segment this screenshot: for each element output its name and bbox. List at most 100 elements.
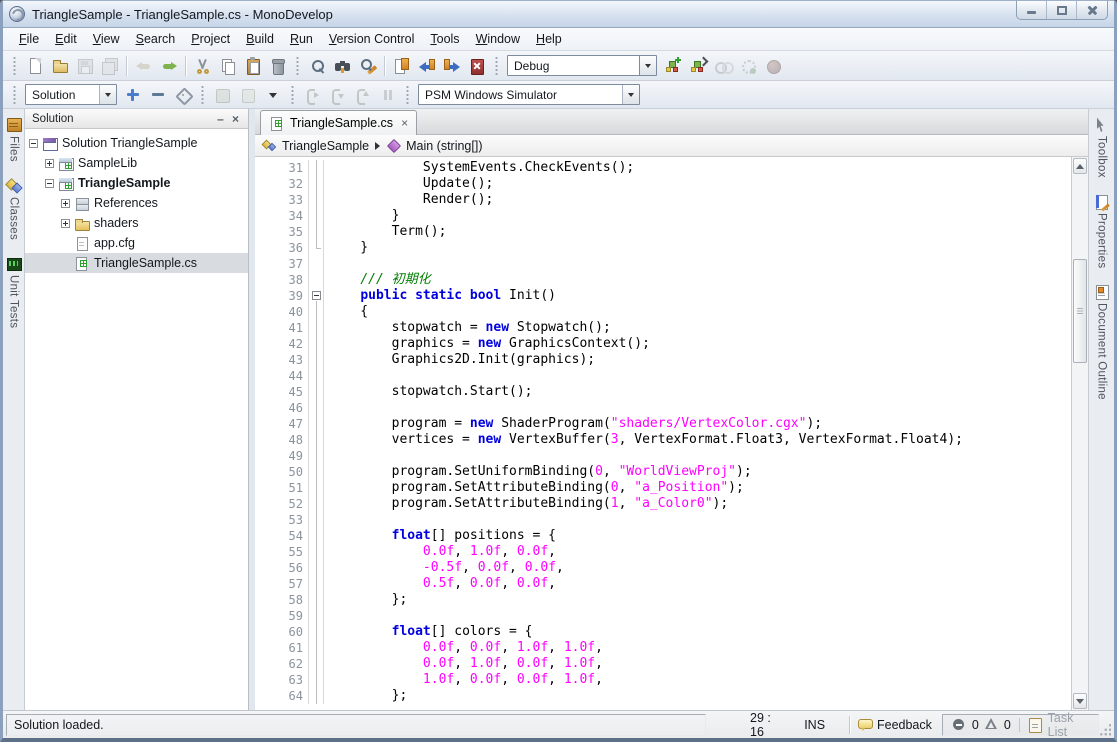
code-editor[interactable]: 31 SystemEvents.CheckEvents();32 Update(… <box>255 157 1088 710</box>
pad-selector-combo[interactable]: Solution <box>25 84 117 105</box>
expander-plus-icon[interactable] <box>61 219 70 228</box>
code-line-48: 48 vertices = new VertexBuffer(3, Vertex… <box>255 432 1071 448</box>
menu-window[interactable]: Window <box>468 30 528 48</box>
expander-plus-icon[interactable] <box>61 199 70 208</box>
device-combo-dropdown-icon[interactable] <box>622 85 639 104</box>
error-warning-panel[interactable]: 0 0 Task List <box>942 714 1099 736</box>
menu-view[interactable]: View <box>85 30 128 48</box>
dock-tab-files[interactable]: Files <box>6 117 22 162</box>
build-button[interactable] <box>660 54 685 78</box>
status-right: 29 : 16 INS Feedback 0 0 Task List <box>706 714 1111 736</box>
dock-tab-properties[interactable]: Properties <box>1094 194 1110 268</box>
scrollbar-track[interactable] <box>1073 175 1087 692</box>
dropdown-button[interactable] <box>260 83 285 107</box>
scroll-up-button[interactable] <box>1073 158 1087 174</box>
find-in-files-button[interactable] <box>330 54 355 78</box>
bookmark-prev-button[interactable] <box>414 54 439 78</box>
pad-selector-combo-dropdown-icon[interactable] <box>99 85 116 104</box>
cut-button[interactable] <box>190 54 215 78</box>
resize-grip[interactable] <box>1099 723 1111 736</box>
toolbar-grip-handle[interactable] <box>12 86 17 104</box>
title-bar[interactable]: TriangleSample - TriangleSample.cs - Mon… <box>3 1 1114 28</box>
copy-icon <box>219 57 237 75</box>
new-file-icon <box>26 57 44 75</box>
menu-version-control[interactable]: Version Control <box>321 30 422 48</box>
dock-tab-classes[interactable]: Classes <box>6 178 22 240</box>
rebuild-button[interactable] <box>685 54 710 78</box>
toolbar-grip-handle[interactable] <box>405 86 410 104</box>
task-list-button[interactable]: Task List <box>1048 711 1089 739</box>
breadcrumb-member[interactable]: Main (string[]) <box>406 139 482 153</box>
delete-button[interactable] <box>265 54 290 78</box>
fold-margin <box>309 416 324 432</box>
tab-close-icon[interactable]: × <box>401 116 408 130</box>
menu-build[interactable]: Build <box>238 30 282 48</box>
line-number: 56 <box>283 560 309 576</box>
menu-edit[interactable]: Edit <box>47 30 85 48</box>
menu-search[interactable]: Search <box>128 30 184 48</box>
new-file-button[interactable] <box>22 54 47 78</box>
menu-project[interactable]: Project <box>183 30 238 48</box>
target-button[interactable] <box>170 83 195 107</box>
code-line-60: 60 float[] colors = { <box>255 624 1071 640</box>
expander-plus-icon[interactable] <box>45 159 54 168</box>
bookmark-clear-button[interactable] <box>464 54 489 78</box>
editor-scrollbar[interactable] <box>1071 157 1088 710</box>
tree-item-label: TriangleSample.cs <box>94 256 197 270</box>
menu-file[interactable]: File <box>11 30 47 48</box>
tab-trianglesample-cs[interactable]: TriangleSample.cs × <box>260 110 417 135</box>
fold-margin <box>309 272 324 288</box>
link-button <box>710 54 735 78</box>
dock-tab-unit-tests[interactable]: Unit Tests <box>6 256 22 328</box>
configuration-combo[interactable]: Debug <box>507 55 657 76</box>
feedback-button[interactable]: Feedback <box>877 718 932 732</box>
fold-collapse-icon[interactable] <box>309 288 324 304</box>
menu-tools[interactable]: Tools <box>422 30 467 48</box>
maximize-button[interactable] <box>1047 1 1077 19</box>
tree-item-references[interactable]: References <box>25 193 248 213</box>
toolbar-grip-handle[interactable] <box>295 57 300 75</box>
tree-item-app-cfg[interactable]: app.cfg <box>25 233 248 253</box>
pad-minimize-button[interactable]: – <box>213 112 228 126</box>
code-text: }; <box>324 688 407 704</box>
copy-button[interactable] <box>215 54 240 78</box>
code-text: SystemEvents.CheckEvents(); <box>324 160 634 176</box>
window-title: TriangleSample - TriangleSample.cs - Mon… <box>32 7 333 22</box>
menu-run[interactable]: Run <box>282 30 321 48</box>
menu-help[interactable]: Help <box>528 30 570 48</box>
expander-minus-icon[interactable] <box>29 139 38 148</box>
pad-close-button[interactable]: × <box>228 112 243 126</box>
add-button[interactable] <box>120 83 145 107</box>
code-text <box>324 448 329 464</box>
close-button[interactable] <box>1077 1 1107 19</box>
dock-tab-document-outline[interactable]: Document Outline <box>1094 284 1110 400</box>
dock-tab-toolbox[interactable]: Toolbox <box>1094 117 1110 178</box>
line-number: 34 <box>283 208 309 224</box>
solution-tree: Solution TriangleSampleSampleLibTriangle… <box>25 129 248 710</box>
configuration-combo-dropdown-icon[interactable] <box>639 56 656 75</box>
toolbar-grip-handle[interactable] <box>290 86 295 104</box>
remove-button[interactable] <box>145 83 170 107</box>
tree-item-shaders[interactable]: shaders <box>25 213 248 233</box>
breadcrumb-class[interactable]: TriangleSample <box>282 139 369 153</box>
bookmark-next-button[interactable] <box>439 54 464 78</box>
tree-item-trianglesample[interactable]: TriangleSample <box>25 173 248 193</box>
device-combo[interactable]: PSM Windows Simulator <box>418 84 640 105</box>
search-button[interactable] <box>305 54 330 78</box>
tree-item-trianglesample-cs[interactable]: TriangleSample.cs <box>25 253 248 273</box>
code-lines[interactable]: 31 SystemEvents.CheckEvents();32 Update(… <box>255 157 1071 710</box>
expander-minus-icon[interactable] <box>45 179 54 188</box>
scrollbar-thumb[interactable] <box>1073 259 1087 363</box>
toolbar-grip-handle[interactable] <box>200 86 205 104</box>
bookmark-new-button[interactable] <box>389 54 414 78</box>
tree-item-solution-trianglesample[interactable]: Solution TriangleSample <box>25 133 248 153</box>
tree-item-samplelib[interactable]: SampleLib <box>25 153 248 173</box>
minimize-button[interactable] <box>1017 1 1047 19</box>
redo-button[interactable] <box>156 54 181 78</box>
find-replace-button[interactable] <box>355 54 380 78</box>
toolbar-grip-handle[interactable] <box>494 57 499 75</box>
paste-button[interactable] <box>240 54 265 78</box>
toolbar-grip-handle[interactable] <box>12 57 17 75</box>
open-file-button[interactable] <box>47 54 72 78</box>
scroll-down-button[interactable] <box>1073 693 1087 709</box>
